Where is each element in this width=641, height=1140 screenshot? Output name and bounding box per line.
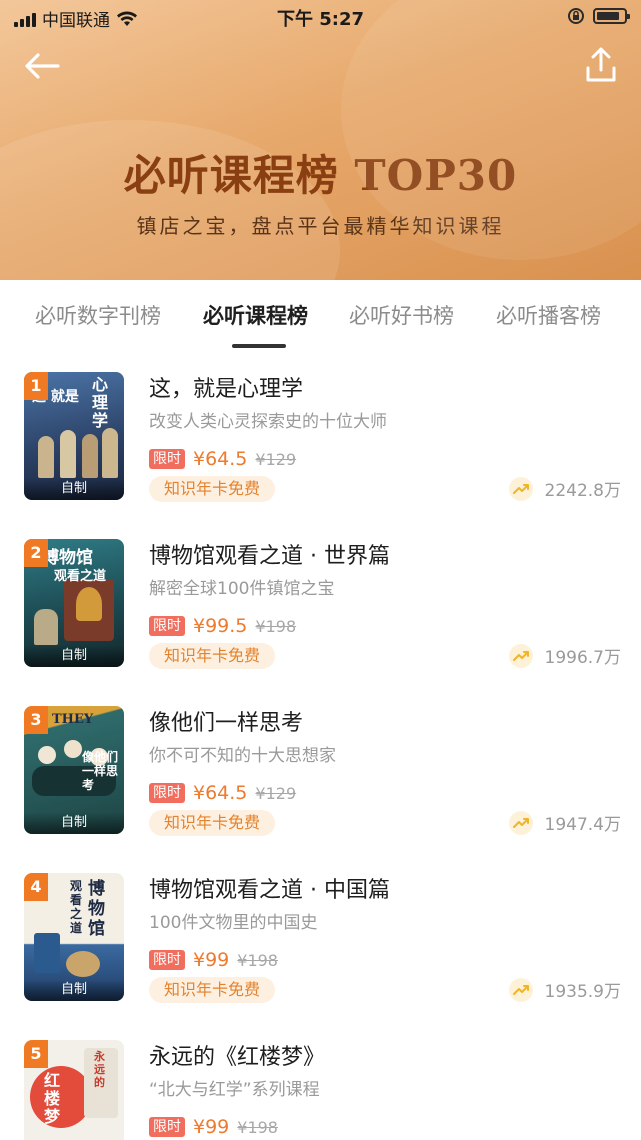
course-cover[interactable]: THEY 像他们一样思考 3 自制 [24,706,124,834]
course-subtitle: 解密全球100件镇馆之宝 [149,579,335,599]
price: ¥99 [193,1116,230,1138]
tab-book-ranking[interactable]: 必听好书榜 [349,300,454,330]
course-subtitle: 改变人类心灵探索史的十位大师 [149,412,387,432]
course-title: 博物馆观看之道 · 中国篇 [149,878,390,903]
price: ¥64.5 [193,782,248,804]
original-price: ¥129 [255,449,297,469]
share-button[interactable] [583,46,619,84]
free-badge: 知识年卡免费 [149,810,276,836]
price-row: 限时 ¥64.5 ¥129 [149,448,296,470]
tab-podcast-ranking[interactable]: 必听播客榜 [496,300,601,330]
cover-title-b: 博物馆 [88,879,105,939]
orientation-lock-icon [568,8,584,24]
header-banner: 中国联通 下午 5:27 必听课程榜 TOP30 镇店之宝，盘点平台最精华知识课… [0,0,641,280]
status-right [567,7,630,25]
cover-title-a: THEY [52,712,94,727]
limit-badge: 限时 [149,616,185,636]
tab-digital-magazine[interactable]: 必听数字刊榜 [35,300,161,330]
course-cover[interactable]: 永远的 红楼梦 5 [24,1040,124,1140]
rank-badge: 2 [24,539,48,567]
original-price: ¥129 [255,783,297,803]
tab-course-ranking[interactable]: 必听课程榜 [203,300,308,330]
cover-title-a: 观看之道 [70,879,83,935]
course-item[interactable]: 永远的 红楼梦 5 永远的《红楼梦》 “北大与红学”系列课程 限时 ¥99 ¥1… [0,1020,641,1140]
active-tab-indicator [232,344,286,348]
cover-title-b: 观看之道 [54,569,107,584]
cover-tag: 自制 [24,979,124,1001]
cover-title-b: 红楼梦 [44,1071,61,1126]
price: ¥64.5 [193,448,248,470]
original-price: ¥198 [237,1117,278,1137]
price-row: 限时 ¥64.5 ¥129 [149,782,296,804]
rank-badge: 5 [24,1040,48,1068]
play-count: 2242.8万 [544,481,621,501]
course-item[interactable]: 这 就是 心理学 1 自制 这，就是心理学 改变人类心灵探索史的十位大师 限时 … [0,352,641,519]
trend-up-icon [508,476,533,501]
course-title: 博物馆观看之道 · 世界篇 [149,544,390,569]
trend-up-icon [508,643,533,668]
play-stats: 1947.4万 [508,810,621,835]
trend-up-icon [508,977,533,1002]
rank-badge: 3 [24,706,48,734]
course-item[interactable]: THEY 像他们一样思考 3 自制 像他们一样思考 你不可不知的十大思想家 限时… [0,686,641,853]
play-count: 1947.4万 [544,815,621,835]
ranking-tabs: 必听数字刊榜 必听课程榜 必听好书榜 必听播客榜 [0,280,641,352]
status-bar: 中国联通 下午 5:27 [0,0,641,34]
cover-tag: 自制 [24,478,124,500]
cover-title-b: 心理学 [92,375,109,430]
course-subtitle: “北大与红学”系列课程 [149,1080,320,1100]
price-row: 限时 ¥99.5 ¥198 [149,615,296,637]
status-time: 下午 5:27 [276,9,365,30]
play-stats: 2242.8万 [508,476,621,501]
limit-badge: 限时 [149,783,185,803]
battery-icon [593,8,630,24]
course-item[interactable]: 博物馆 观看之道 2 自制 博物馆观看之道 · 世界篇 解密全球100件镇馆之宝… [0,519,641,686]
arrow-left-icon [25,53,60,79]
course-subtitle: 你不可不知的十大思想家 [149,746,336,766]
course-cover[interactable]: 观看之道 博物馆 4 自制 [24,873,124,1001]
page-subtitle: 镇店之宝，盘点平台最精华知识课程 [136,214,505,238]
price: ¥99 [193,949,230,971]
trend-up-icon [508,810,533,835]
cover-tag: 自制 [24,812,124,834]
page-title: 必听课程榜 TOP30 [123,151,518,200]
course-title: 像他们一样思考 [149,711,304,736]
back-button[interactable] [22,48,62,84]
cover-title-a: 永远的 [94,1050,105,1089]
course-item[interactable]: 观看之道 博物馆 4 自制 博物馆观看之道 · 中国篇 100件文物里的中国史 … [0,853,641,1020]
course-cover[interactable]: 博物馆 观看之道 2 自制 [24,539,124,667]
free-badge: 知识年卡免费 [149,476,276,502]
rank-badge: 1 [24,372,48,400]
course-title: 永远的《红楼梦》 [149,1045,326,1070]
cover-tag: 自制 [24,645,124,667]
cover-title-b: 像他们一样思考 [82,750,119,792]
course-subtitle: 100件文物里的中国史 [149,913,318,933]
limit-badge: 限时 [149,449,185,469]
rank-badge: 4 [24,873,48,901]
price: ¥99.5 [193,615,248,637]
original-price: ¥198 [255,616,297,636]
play-count: 1996.7万 [544,648,621,668]
share-upload-icon [586,47,616,82]
limit-badge: 限时 [149,1117,185,1137]
original-price: ¥198 [237,950,278,970]
play-stats: 1996.7万 [508,643,621,668]
play-stats: 1935.9万 [508,977,621,1002]
free-badge: 知识年卡免费 [149,977,276,1003]
price-row: 限时 ¥99 ¥198 [149,949,278,971]
free-badge: 知识年卡免费 [149,643,276,669]
play-count: 1935.9万 [544,982,621,1002]
course-title: 这，就是心理学 [149,377,304,402]
course-cover[interactable]: 这 就是 心理学 1 自制 [24,372,124,500]
limit-badge: 限时 [149,950,185,970]
price-row: 限时 ¥99 ¥198 [149,1116,278,1138]
